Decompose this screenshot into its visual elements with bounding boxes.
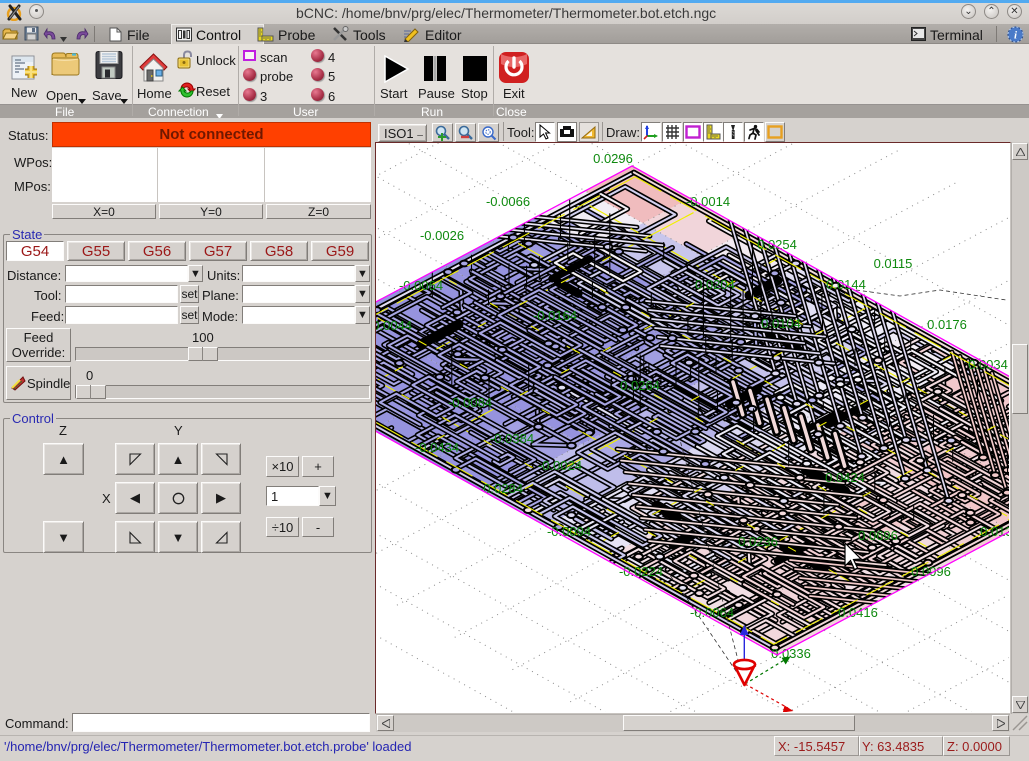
- svg-text:-0.0014: -0.0014: [686, 194, 730, 209]
- svg-text:-0.0434: -0.0434: [415, 440, 459, 455]
- svg-text:0.0424: 0.0424: [825, 470, 865, 485]
- svg-text:0.0144: 0.0144: [826, 277, 866, 292]
- svg-text:-0.0066: -0.0066: [486, 194, 530, 209]
- svg-text:-0.0044: -0.0044: [376, 318, 412, 333]
- svg-text:-0.0024: -0.0024: [538, 458, 582, 473]
- svg-text:-0.0084: -0.0084: [448, 395, 492, 410]
- svg-text:0.0204: 0.0204: [695, 277, 735, 292]
- svg-text:-0.0224: -0.0224: [619, 564, 663, 579]
- svg-text:0.0296: 0.0296: [593, 151, 633, 166]
- svg-text:0.0236: 0.0236: [738, 534, 778, 549]
- svg-text:0.0264: 0.0264: [620, 378, 660, 393]
- svg-text:-0.0026: -0.0026: [420, 228, 464, 243]
- svg-text:0.0136: 0.0136: [980, 524, 1009, 539]
- svg-text:0.0176: 0.0176: [927, 317, 967, 332]
- svg-text:-0.0284: -0.0284: [479, 481, 523, 496]
- svg-text:-0.0384: -0.0384: [490, 431, 534, 446]
- svg-text:-0.0094: -0.0094: [547, 524, 591, 539]
- svg-text:0.0115: 0.0115: [874, 256, 913, 271]
- svg-text:0.0104: 0.0104: [761, 316, 801, 331]
- svg-text:0.0696: 0.0696: [858, 528, 898, 543]
- svg-text:-0.0164: -0.0164: [533, 308, 577, 323]
